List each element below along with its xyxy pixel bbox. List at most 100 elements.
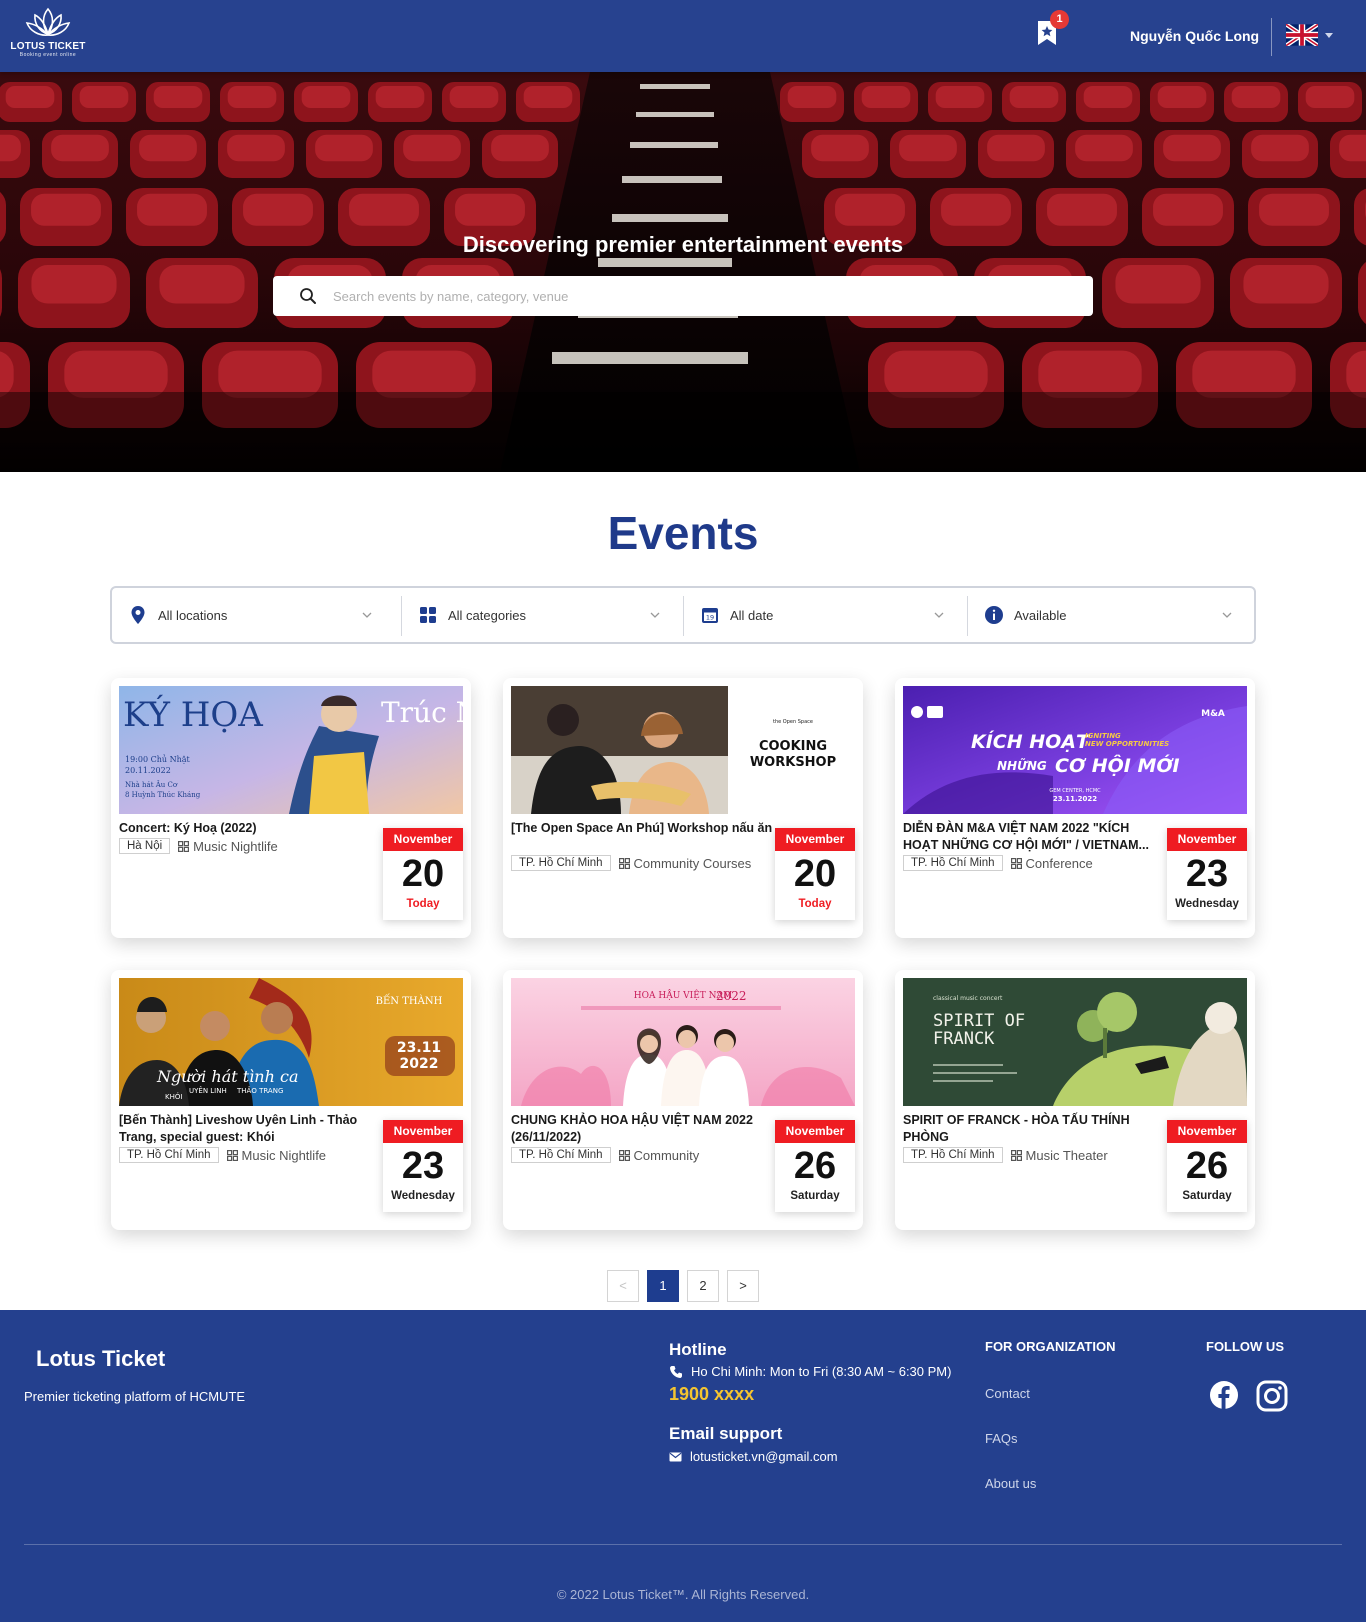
pagination-page-2[interactable]: 2: [687, 1270, 719, 1302]
event-card[interactable]: HOA HẬU VIỆT NAM 2022 CHUNG KHẢO HOA HẬU…: [503, 970, 863, 1230]
theater-seats-background: [0, 72, 1366, 472]
event-category: Music Theater: [1010, 1147, 1108, 1163]
calendar-icon: 19: [702, 608, 718, 623]
hotline-number[interactable]: 1900 xxxx: [669, 1384, 754, 1405]
event-location-tag: Hà Nội: [119, 838, 171, 854]
event-day-note: Saturday: [790, 1190, 840, 1202]
location-filter[interactable]: All locations: [112, 588, 394, 642]
footer-divider: [24, 1544, 1342, 1545]
grid-icon: [178, 840, 190, 852]
location-pin-icon: [131, 606, 145, 624]
facebook-link[interactable]: [1209, 1380, 1241, 1412]
footer-link-faqs[interactable]: FAQs: [985, 1431, 1018, 1446]
event-month: November: [775, 1120, 855, 1143]
grid-icon: [618, 857, 630, 869]
event-card[interactable]: classical music concert SPIRIT OF FRANCK…: [895, 970, 1255, 1230]
event-date-badge: November 26 Saturday: [775, 1120, 855, 1212]
event-day-note: Saturday: [1182, 1190, 1232, 1202]
event-category-label: Music Theater: [1025, 1147, 1108, 1163]
event-card[interactable]: the Open Space COOKING WORKSHOP [The Ope…: [503, 678, 863, 938]
instagram-link[interactable]: [1256, 1380, 1288, 1412]
event-meta: TP. Hồ Chí Minh Community: [511, 1147, 699, 1163]
search-input[interactable]: [333, 276, 1073, 316]
svg-text:THẢO TRANG: THẢO TRANG: [236, 1086, 283, 1095]
chevron-down-icon: [934, 612, 944, 618]
event-title: [Bến Thành] Liveshow Uyên Linh - Thảo Tr…: [119, 1113, 358, 1144]
svg-text:8 Huỳnh Thúc Kháng: 8 Huỳnh Thúc Kháng: [125, 791, 201, 799]
event-category-label: Community: [633, 1147, 700, 1163]
footer-link-about-us[interactable]: About us: [985, 1476, 1036, 1491]
event-category-label: Community Courses: [633, 855, 752, 871]
event-meta: TP. Hồ Chí Minh Community Courses: [511, 855, 751, 871]
hotline-hours-text: Ho Chi Minh: Mon to Fri (8:30 AM ~ 6:30 …: [691, 1364, 952, 1379]
date-filter[interactable]: 19 All date: [684, 588, 966, 642]
event-poster: BẾN THÀNH 23.11 2022 Người hát tình ca K…: [119, 978, 463, 1106]
event-title: [The Open Space An Phú] Workshop nấu ăn: [511, 821, 773, 835]
event-date-badge: November 20 Today: [383, 828, 463, 920]
event-card[interactable]: BẾN THÀNH 23.11 2022 Người hát tình ca K…: [111, 970, 471, 1230]
svg-text:BẾN THÀNH: BẾN THÀNH: [376, 994, 443, 1007]
availability-filter-label: Available: [1014, 608, 1067, 623]
svg-text:Nhà hát Âu Cơ: Nhà hát Âu Cơ: [125, 780, 178, 789]
svg-text:SPIRIT OF: SPIRIT OF: [933, 1011, 1025, 1031]
event-card[interactable]: KÝ HỌA Trúc Nhân 19:00 Chủ Nhật 20.11.20…: [111, 678, 471, 938]
event-category: Community Courses: [618, 855, 752, 871]
instagram-icon: [1256, 1380, 1288, 1412]
event-day: 20: [793, 853, 837, 895]
event-title: Concert: Ký Hoạ (2022): [119, 821, 257, 835]
svg-text:2022: 2022: [400, 1056, 439, 1072]
pagination-prev-button[interactable]: <: [607, 1270, 639, 1302]
footer-link-contact[interactable]: Contact: [985, 1386, 1030, 1401]
search-bar[interactable]: [273, 276, 1093, 316]
event-month: November: [775, 828, 855, 851]
event-card[interactable]: M&A KÍCH HOẠT IGNITING NEW OPPORTUNITIES…: [895, 678, 1255, 938]
pagination-page-1[interactable]: 1: [647, 1270, 679, 1302]
facebook-icon: [1210, 1381, 1238, 1409]
svg-text:19:00 Chủ Nhật: 19:00 Chủ Nhật: [125, 755, 190, 764]
svg-text:19: 19: [706, 614, 714, 622]
email-address[interactable]: lotusticket.vn@gmail.com: [690, 1449, 838, 1464]
lotus-ticket-logo[interactable]: LOTUS TICKET Booking event online: [10, 6, 86, 66]
event-poster: classical music concert SPIRIT OF FRANCK: [903, 978, 1247, 1106]
grid-icon: [618, 1149, 630, 1161]
footer-tagline: Premier ticketing platform of HCMUTE: [24, 1389, 246, 1404]
hero-banner: Discovering premier entertainment events: [0, 72, 1366, 472]
chevron-down-icon[interactable]: [1325, 33, 1333, 38]
event-day: 20: [401, 853, 445, 895]
event-month: November: [383, 1120, 463, 1143]
date-filter-label: All date: [730, 608, 774, 623]
wishlist-button[interactable]: 1: [1036, 10, 1069, 50]
event-day: 23: [1185, 853, 1229, 895]
user-name[interactable]: Nguyễn Quốc Long: [1130, 28, 1259, 44]
category-filter[interactable]: All categories: [402, 588, 682, 642]
event-title: DIỄN ĐÀN M&A VIỆT NAM 2022 "KÍCH HOẠT NH…: [903, 821, 1149, 852]
phone-icon: [670, 1365, 682, 1378]
svg-text:GEM CENTER, HCMC: GEM CENTER, HCMC: [1049, 788, 1101, 794]
event-location-tag: TP. Hồ Chí Minh: [511, 1147, 611, 1163]
chevron-down-icon: [1222, 612, 1232, 618]
event-day-note: Wednesday: [1175, 898, 1239, 910]
event-date-badge: November 26 Saturday: [1167, 1120, 1247, 1212]
svg-text:Trúc Nhân: Trúc Nhân: [381, 696, 463, 729]
svg-text:NHỮNG: NHỮNG: [997, 758, 1047, 773]
hotline-hours: Ho Chi Minh: Mon to Fri (8:30 AM ~ 6:30 …: [669, 1364, 951, 1379]
svg-text:IGNITING: IGNITING: [1085, 732, 1121, 740]
event-category-label: Music Nightlife: [241, 1147, 327, 1163]
logo-title: LOTUS TICKET: [10, 41, 86, 52]
svg-text:23.11.2022: 23.11.2022: [1053, 795, 1097, 803]
event-category: Music Nightlife: [178, 839, 278, 854]
event-day: 26: [793, 1145, 837, 1187]
svg-text:KÝ HỌA: KÝ HỌA: [123, 694, 263, 735]
lotus-logo-icon: [25, 7, 71, 36]
language-selector[interactable]: [1284, 22, 1320, 48]
svg-text:FRANCK: FRANCK: [933, 1029, 995, 1049]
filter-bar: All locations All categories 19 All date…: [110, 586, 1256, 644]
event-day-note: Wednesday: [391, 1190, 455, 1202]
pagination-next-button[interactable]: >: [727, 1270, 759, 1302]
event-date-badge: November 23 Wednesday: [1167, 828, 1247, 920]
svg-text:COOKING: COOKING: [759, 739, 827, 754]
wishlist-count-badge: 1: [1050, 10, 1069, 29]
event-date-badge: November 20 Today: [775, 828, 855, 920]
event-category: Conference: [1010, 856, 1093, 871]
availability-filter[interactable]: Available: [968, 588, 1254, 642]
